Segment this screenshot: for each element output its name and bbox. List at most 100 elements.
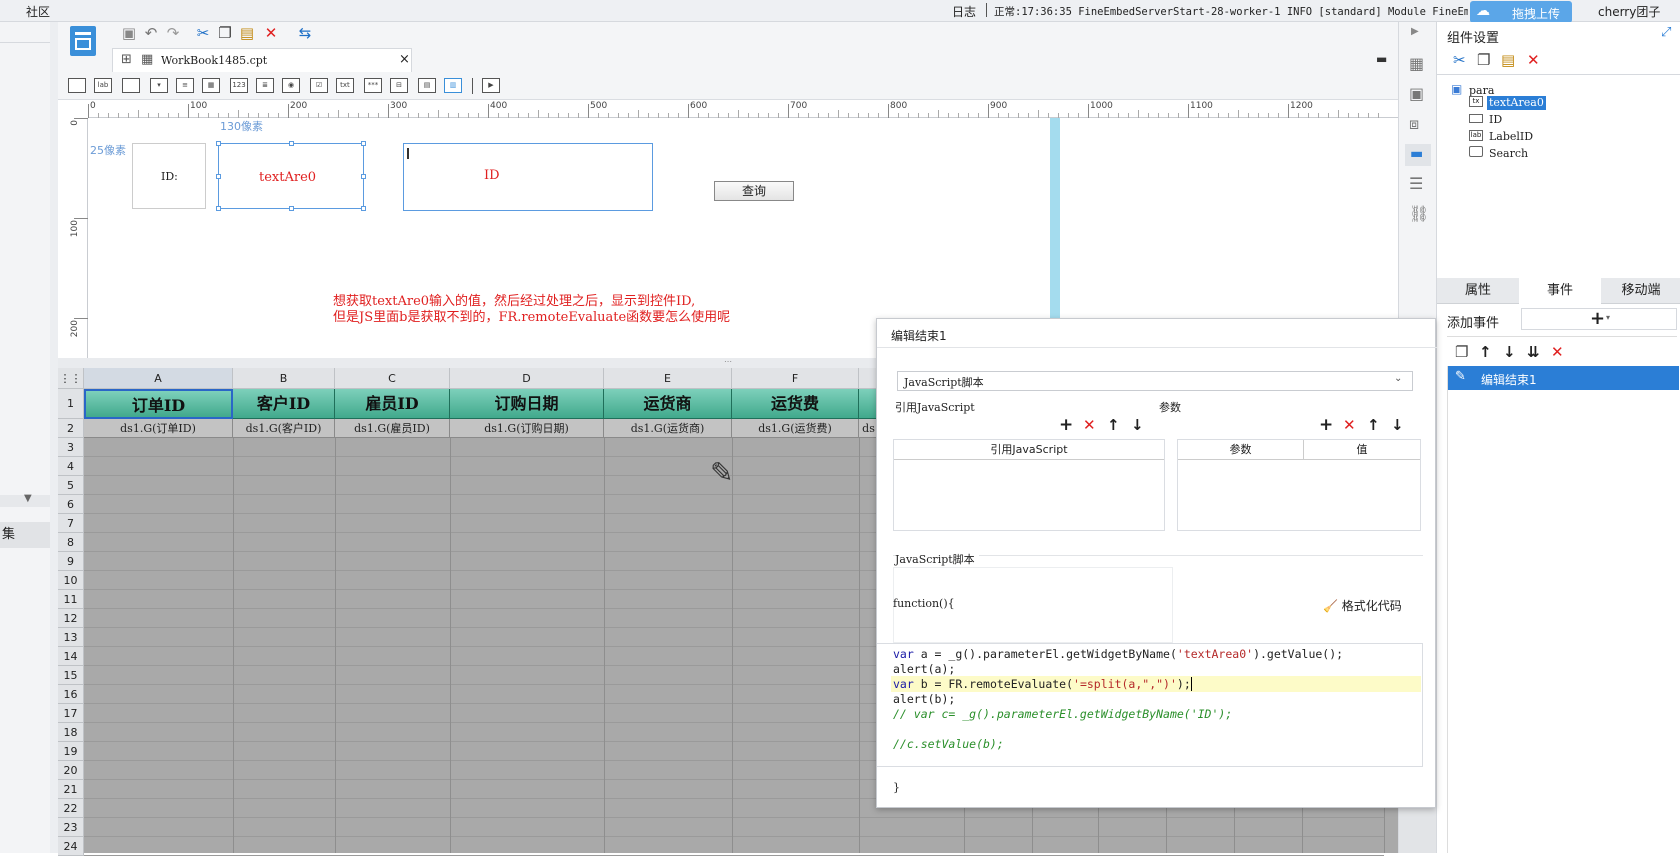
data-cell[interactable]: ds1.G(运货费) [732, 419, 859, 438]
button-widget-icon[interactable] [122, 78, 140, 93]
template-icon[interactable] [70, 26, 96, 56]
param-table[interactable]: 参数 值 [1177, 439, 1421, 531]
checkbox-widget-icon[interactable]: ☑ [310, 78, 328, 93]
id-label-widget[interactable]: ID: [132, 143, 206, 209]
radio-widget-icon[interactable]: ◉ [282, 78, 300, 93]
row-header[interactable]: 6 [58, 495, 84, 514]
move-up-icon[interactable]: ↑ [1479, 344, 1492, 360]
row-header[interactable]: 3 [58, 438, 84, 457]
redo-icon[interactable]: ↷ [164, 24, 182, 42]
swap-icon[interactable]: ⇆ [296, 24, 314, 42]
row-header[interactable]: 5 [58, 476, 84, 495]
data-cell[interactable]: ds1.G(雇员ID) [335, 419, 450, 438]
textarea-widget[interactable]: textAre0 [216, 141, 366, 211]
row-header[interactable]: 13 [58, 628, 84, 647]
copy-event-icon[interactable]: ❐ [1455, 344, 1468, 360]
param-up-icon[interactable]: ↑ [1367, 417, 1380, 433]
pin-icon[interactable]: ▬ [1376, 52, 1387, 66]
tab-events[interactable]: 事件 [1519, 278, 1601, 304]
row-header[interactable]: 9 [58, 552, 84, 571]
code-editor[interactable]: var a = _g().parameterEl.getWidgetByName… [877, 643, 1423, 767]
id-widget[interactable]: ID [403, 143, 653, 211]
tree-item-labelid[interactable]: LabelID [1489, 130, 1533, 143]
dataset-tab[interactable]: 集 [0, 522, 50, 548]
add-param-icon[interactable]: + [1319, 417, 1333, 434]
row-header[interactable]: 14 [58, 647, 84, 666]
delete-icon[interactable]: ✕ [262, 24, 280, 42]
date-widget-icon[interactable]: ▦ [202, 78, 220, 93]
row-header[interactable]: 17 [58, 704, 84, 723]
js-up-icon[interactable]: ↑ [1107, 417, 1120, 433]
paste-icon[interactable]: ▤ [238, 24, 256, 42]
column-header-c[interactable]: C [335, 368, 450, 389]
data-cell[interactable]: ds1.G(运货商) [604, 419, 732, 438]
row-header[interactable]: 8 [58, 533, 84, 552]
row-header[interactable]: 2 [58, 419, 84, 438]
row-header[interactable]: 11 [58, 590, 84, 609]
event-item[interactable]: ✎ 编辑结束1 [1447, 366, 1679, 390]
textarea-widget-icon[interactable]: ≣ [256, 78, 274, 93]
undo-icon[interactable]: ↶ [142, 24, 160, 42]
tree-item-textarea[interactable]: textArea0 [1487, 96, 1546, 110]
user-name[interactable]: cherry团子 [1598, 3, 1660, 20]
copy-icon[interactable]: ❐ [1477, 52, 1490, 68]
combo-widget-icon[interactable]: ▾ [150, 78, 168, 93]
list-icon[interactable]: ☰ [1409, 174, 1423, 193]
link-icon[interactable]: ⛓ [1409, 204, 1429, 223]
community-link[interactable]: 社区 [26, 3, 50, 20]
row-header[interactable]: 15 [58, 666, 84, 685]
more-widget-icon[interactable]: ▶ [482, 78, 500, 93]
row-header[interactable]: 16 [58, 685, 84, 704]
data-cell[interactable]: ds1.G(订单ID) [84, 419, 233, 438]
row-header[interactable]: 12 [58, 609, 84, 628]
header-cell[interactable]: 雇员ID [335, 389, 450, 419]
row-header[interactable]: 1 [58, 389, 84, 419]
number-widget-icon[interactable]: 123 [230, 78, 248, 93]
add-event-button[interactable]: + ▾ [1521, 308, 1677, 330]
splitter[interactable] [50, 22, 58, 853]
row-header[interactable]: 22 [58, 799, 84, 818]
tag-widget-icon[interactable]: ▤ [418, 78, 436, 93]
column-header-d[interactable]: D [450, 368, 604, 389]
query-button[interactable]: 查询 [714, 181, 794, 201]
widget-settings-button[interactable]: ▬ [1405, 144, 1431, 166]
save-icon[interactable]: ▣ [120, 24, 138, 42]
row-header[interactable]: 4 [58, 457, 84, 476]
header-cell[interactable]: 运货商 [604, 389, 732, 419]
format-code-button[interactable]: 🧹 格式化代码 [1323, 597, 1402, 614]
ref-js-table[interactable]: 引用JavaScript [893, 439, 1165, 531]
cut-icon[interactable]: ✂ [194, 24, 212, 42]
textfield-widget-icon[interactable]: txt [336, 78, 354, 93]
expand-icon[interactable]: ⤢ [1661, 25, 1671, 40]
column-header-f[interactable]: F [732, 368, 859, 389]
column-header-e[interactable]: E [604, 368, 732, 389]
js-down-icon[interactable]: ↓ [1131, 417, 1144, 433]
add-js-icon[interactable]: + [1059, 417, 1073, 434]
layout-icon[interactable]: ▦ [1409, 54, 1424, 73]
row-header[interactable]: 24 [58, 837, 84, 856]
column-header-b[interactable]: B [233, 368, 335, 389]
paste-icon[interactable]: ▤ [1501, 52, 1515, 68]
script-type-select[interactable]: JavaScript脚本 ⌄ [897, 371, 1413, 391]
copy-icon[interactable]: ❐ [216, 24, 234, 42]
close-icon[interactable]: × [399, 52, 410, 67]
chevron-right-icon[interactable]: ▶ [1411, 26, 1419, 37]
log-label[interactable]: 日志 [952, 3, 976, 20]
text-widget-icon[interactable] [68, 78, 86, 93]
tab-mobile[interactable]: 移动端 [1601, 278, 1680, 304]
column-header-a[interactable]: A [84, 368, 233, 389]
delete-icon[interactable]: ✕ [1527, 52, 1540, 68]
cut-icon[interactable]: ✂ [1453, 52, 1466, 68]
label-widget-icon[interactable]: lab [94, 78, 112, 93]
file-tab[interactable]: ⊞ ▦ WorkBook1485.cpt × [112, 48, 412, 72]
row-header[interactable]: 7 [58, 514, 84, 533]
tab-properties[interactable]: 属性 [1437, 278, 1519, 304]
delete-event-icon[interactable]: ✕ [1551, 344, 1564, 360]
pwd-widget-icon[interactable]: *** [364, 78, 382, 93]
row-header[interactable]: 23 [58, 818, 84, 837]
row-header[interactable]: 20 [58, 761, 84, 780]
header-cell[interactable]: 运货费 [732, 389, 859, 419]
row-header[interactable]: 18 [58, 723, 84, 742]
sort-icon[interactable]: ⇊ [1527, 344, 1540, 360]
data-cell[interactable]: ds1.G(订购日期) [450, 419, 604, 438]
